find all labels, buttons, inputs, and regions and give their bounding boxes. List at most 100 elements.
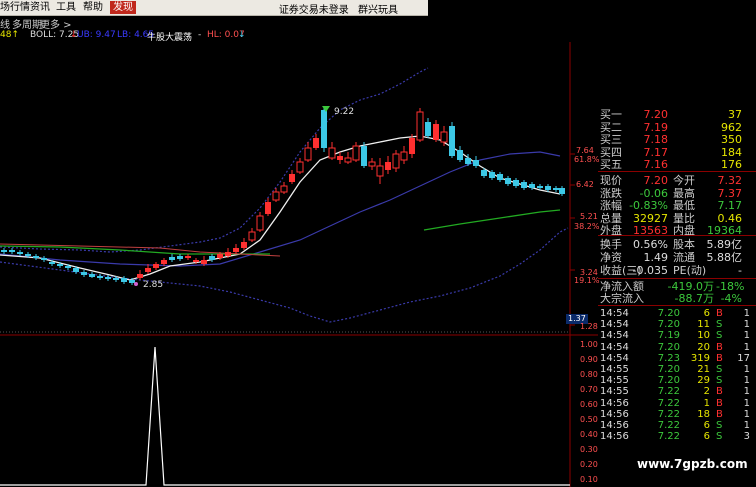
trade-price: 7.22 [657, 386, 680, 398]
trade-volume: 10 [697, 330, 710, 342]
menu-discover[interactable]: 发现 [110, 1, 136, 14]
candle-body [425, 122, 431, 136]
candle-body [33, 256, 39, 258]
candle-body [505, 178, 511, 184]
trade-count: 1 [743, 397, 750, 409]
trade-row[interactable]: 14:54 7.23 319 B 17 [598, 353, 756, 365]
stats-row: 换手 0.56% 股本 5.89亿 [598, 238, 742, 252]
trade-login-status[interactable]: 证券交易未登录 [279, 5, 349, 16]
trade-volume: 20 [697, 341, 710, 353]
high-annotation: 9.22 [334, 107, 354, 117]
candle-body [81, 272, 87, 275]
candle-body [248, 231, 256, 241]
candle-body [521, 182, 527, 188]
indicator-axis-label: 0.20 [580, 460, 598, 469]
indicator-axis-label: 0.90 [580, 355, 598, 364]
candle-body [537, 186, 543, 188]
trade-time: 14:56 [600, 431, 629, 443]
candle-body [545, 186, 551, 190]
trade-time: 14:54 [600, 341, 629, 353]
candle-body [49, 262, 55, 264]
trade-row[interactable]: 14:55 7.20 29 S 1 [598, 375, 756, 387]
candle-body [376, 165, 384, 177]
candle-body [489, 172, 495, 178]
candle-body [209, 256, 215, 260]
trade-side: B [716, 341, 723, 353]
trade-side: S [716, 431, 723, 443]
candle-body [473, 160, 479, 166]
candle-body [416, 111, 424, 141]
trade-side: B [716, 352, 723, 364]
menu-right-area: 证券交易未登录 群兴玩具 [273, 1, 398, 16]
trade-row[interactable]: 14:56 7.22 1 B 1 [598, 398, 756, 410]
hl-arrow-icon: ↓ [238, 30, 246, 40]
trade-row[interactable]: 14:56 7.22 18 B 1 [598, 409, 756, 421]
candle-body [89, 274, 95, 277]
trade-row[interactable]: 14:54 7.20 6 B 1 [598, 308, 756, 320]
axis-label-1: 7.64 [576, 146, 594, 155]
menu-news[interactable]: 资讯 [30, 1, 50, 14]
trade-side: S [716, 330, 723, 342]
trade-side: B [716, 308, 723, 319]
trade-volume: 319 [690, 352, 710, 364]
trade-row[interactable]: 14:54 7.20 11 S 1 [598, 319, 756, 331]
candle-body [513, 180, 519, 186]
percent-label-1: 61.8% [574, 155, 600, 164]
stats-value: -0.035 [632, 264, 668, 277]
candle-body [97, 276, 103, 278]
candle-body [400, 151, 408, 161]
trade-row[interactable]: 14:55 7.22 2 B 1 [598, 386, 756, 398]
trade-row[interactable]: 14:54 7.20 20 B 1 [598, 342, 756, 354]
trade-side: S [716, 319, 723, 331]
trade-row[interactable]: 14:55 7.20 21 S 1 [598, 364, 756, 376]
candle-body [344, 157, 352, 163]
percent-label-3: 19.1% [574, 276, 600, 285]
tab-kline[interactable]: 线 [0, 16, 10, 31]
axis-label-3: 5.21 [580, 212, 598, 221]
indicator-axis-label: 0.80 [580, 370, 598, 379]
trade-count: 1 [743, 408, 750, 420]
trade-row[interactable]: 14:56 7.22 6 S 1 [598, 420, 756, 432]
candle-body [457, 150, 463, 160]
candle-body [169, 257, 175, 260]
candle-body [280, 185, 288, 193]
tab-multi-period[interactable]: 多周期 [12, 16, 42, 31]
trade-time: 14:54 [600, 330, 629, 342]
trade-volume: 21 [697, 364, 710, 375]
trade-row[interactable]: 14:54 7.19 10 S 1 [598, 330, 756, 342]
trade-volume: 29 [697, 375, 710, 387]
trade-time: 14:55 [600, 386, 629, 398]
candle-body [161, 260, 167, 264]
indicator-first: 48↑ [0, 30, 19, 40]
indicator-spike [0, 346, 570, 486]
candle-body [440, 131, 448, 143]
trade-row[interactable]: 14:56 7.22 6 S 3 [598, 431, 756, 443]
kline-chart[interactable]: 9.22 2.85 [0, 42, 598, 487]
trade-price: 7.20 [657, 364, 680, 375]
candle-body [449, 126, 455, 156]
axis-label-5: 1.28 [580, 322, 598, 331]
menu-market[interactable]: 场行情 [0, 1, 30, 14]
candle-body [233, 248, 239, 252]
candle-body [145, 268, 151, 272]
trade-volume: 18 [697, 408, 710, 420]
menu-help[interactable]: 帮助 [83, 1, 103, 14]
candle-body [129, 280, 135, 283]
candle-body [57, 264, 63, 266]
trade-count: 1 [743, 341, 750, 353]
candle-body [368, 161, 376, 167]
candle-body [433, 124, 439, 140]
trade-price: 7.20 [657, 375, 680, 387]
candle-body [217, 254, 223, 258]
quote-panel: 买一 7.20 37 买二 7.19 962 买三 7.18 350 买四 7.17 … [598, 108, 756, 487]
stats-row: 收益(三) -0.035 PE(动) - [598, 264, 742, 278]
menu-tools[interactable]: 工具 [56, 1, 76, 14]
chart-subtabs: 线 多周期 更多 > [0, 16, 600, 31]
trade-volume: 6 [703, 420, 710, 431]
trade-time: 14:54 [600, 352, 629, 364]
order-book-row[interactable]: 买五 7.16 176 [598, 158, 742, 172]
tab-more[interactable]: 更多 > [40, 16, 72, 31]
candle-body [73, 268, 79, 272]
candle-body [177, 256, 183, 259]
trade-price: 7.20 [657, 308, 680, 319]
